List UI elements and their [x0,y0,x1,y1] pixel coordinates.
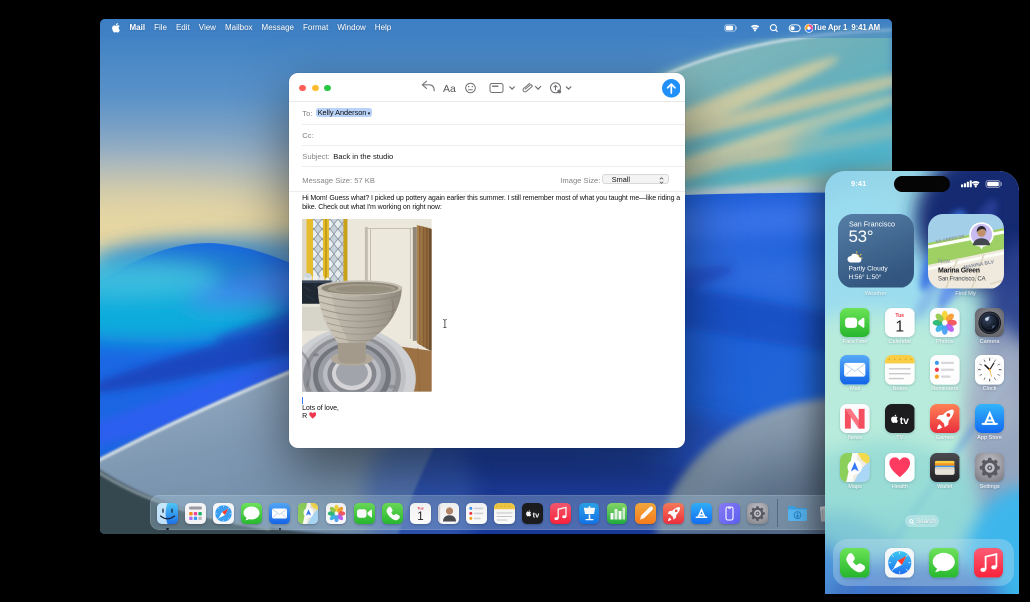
svg-text:1: 1 [895,318,904,335]
svg-text:tv: tv [533,511,540,520]
svg-text:Tue: Tue [417,506,425,511]
svg-text:Aa: Aa [443,83,456,95]
svg-text:Partly Cloudy: Partly Cloudy [848,266,888,273]
svg-text:San Francisco, CA: San Francisco, CA [938,277,986,283]
svg-text:1: 1 [417,511,423,523]
svg-text:Marina Green: Marina Green [938,268,980,275]
svg-text:tv: tv [900,416,909,427]
svg-text:Now: Now [938,259,951,265]
svg-text:H:56° L:50°: H:56° L:50° [848,273,881,281]
svg-text:53°: 53° [848,227,873,246]
